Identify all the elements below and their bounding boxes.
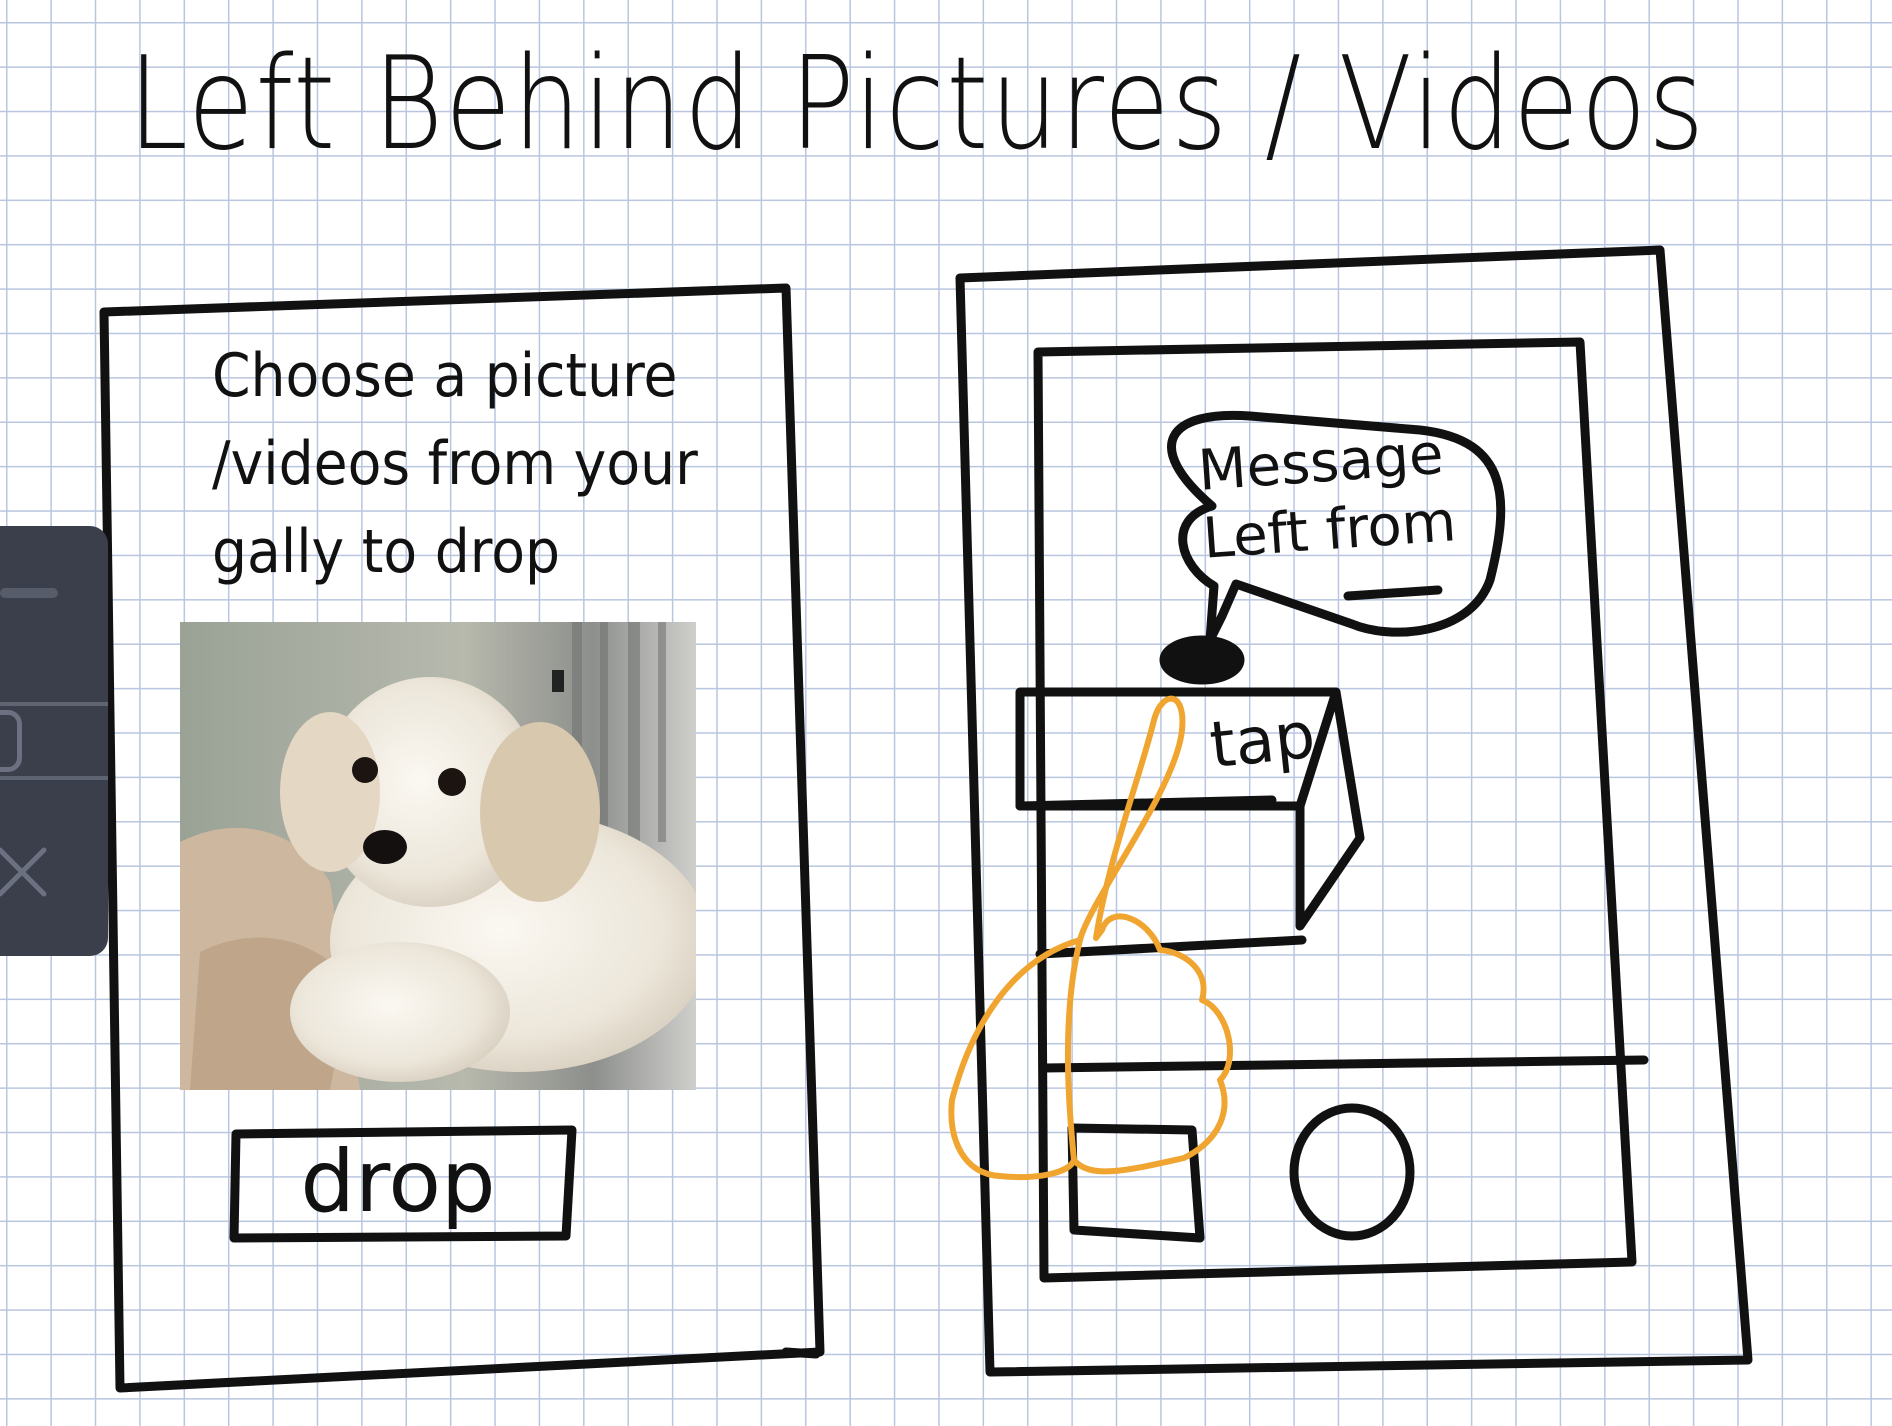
gallery-square-outline (1067, 1123, 1205, 1243)
location-pin (1159, 635, 1245, 685)
tap-label: tap (1206, 698, 1319, 784)
drop-button[interactable]: drop (232, 1130, 564, 1234)
prompt-line-1: Choose a picture (212, 341, 678, 411)
prompt-line-3: gally to drop (212, 517, 561, 587)
palette-slider[interactable] (0, 702, 108, 780)
palette-handle[interactable] (0, 588, 58, 598)
prompt-line-2: /videos from your (212, 429, 698, 499)
tool-palette[interactable] (0, 526, 108, 956)
close-icon[interactable] (0, 844, 50, 900)
speech-bubble-text: Message Left from (1196, 420, 1458, 573)
capture-circle-outline (1289, 1103, 1415, 1241)
picker-prompt: Choose a picture /videos from your gally… (212, 332, 698, 596)
selected-photo[interactable] (180, 622, 696, 1090)
palette-slider-thumb[interactable] (0, 710, 22, 772)
pointing-hand-icon (948, 695, 1233, 1181)
drop-button-label: drop (300, 1132, 496, 1232)
